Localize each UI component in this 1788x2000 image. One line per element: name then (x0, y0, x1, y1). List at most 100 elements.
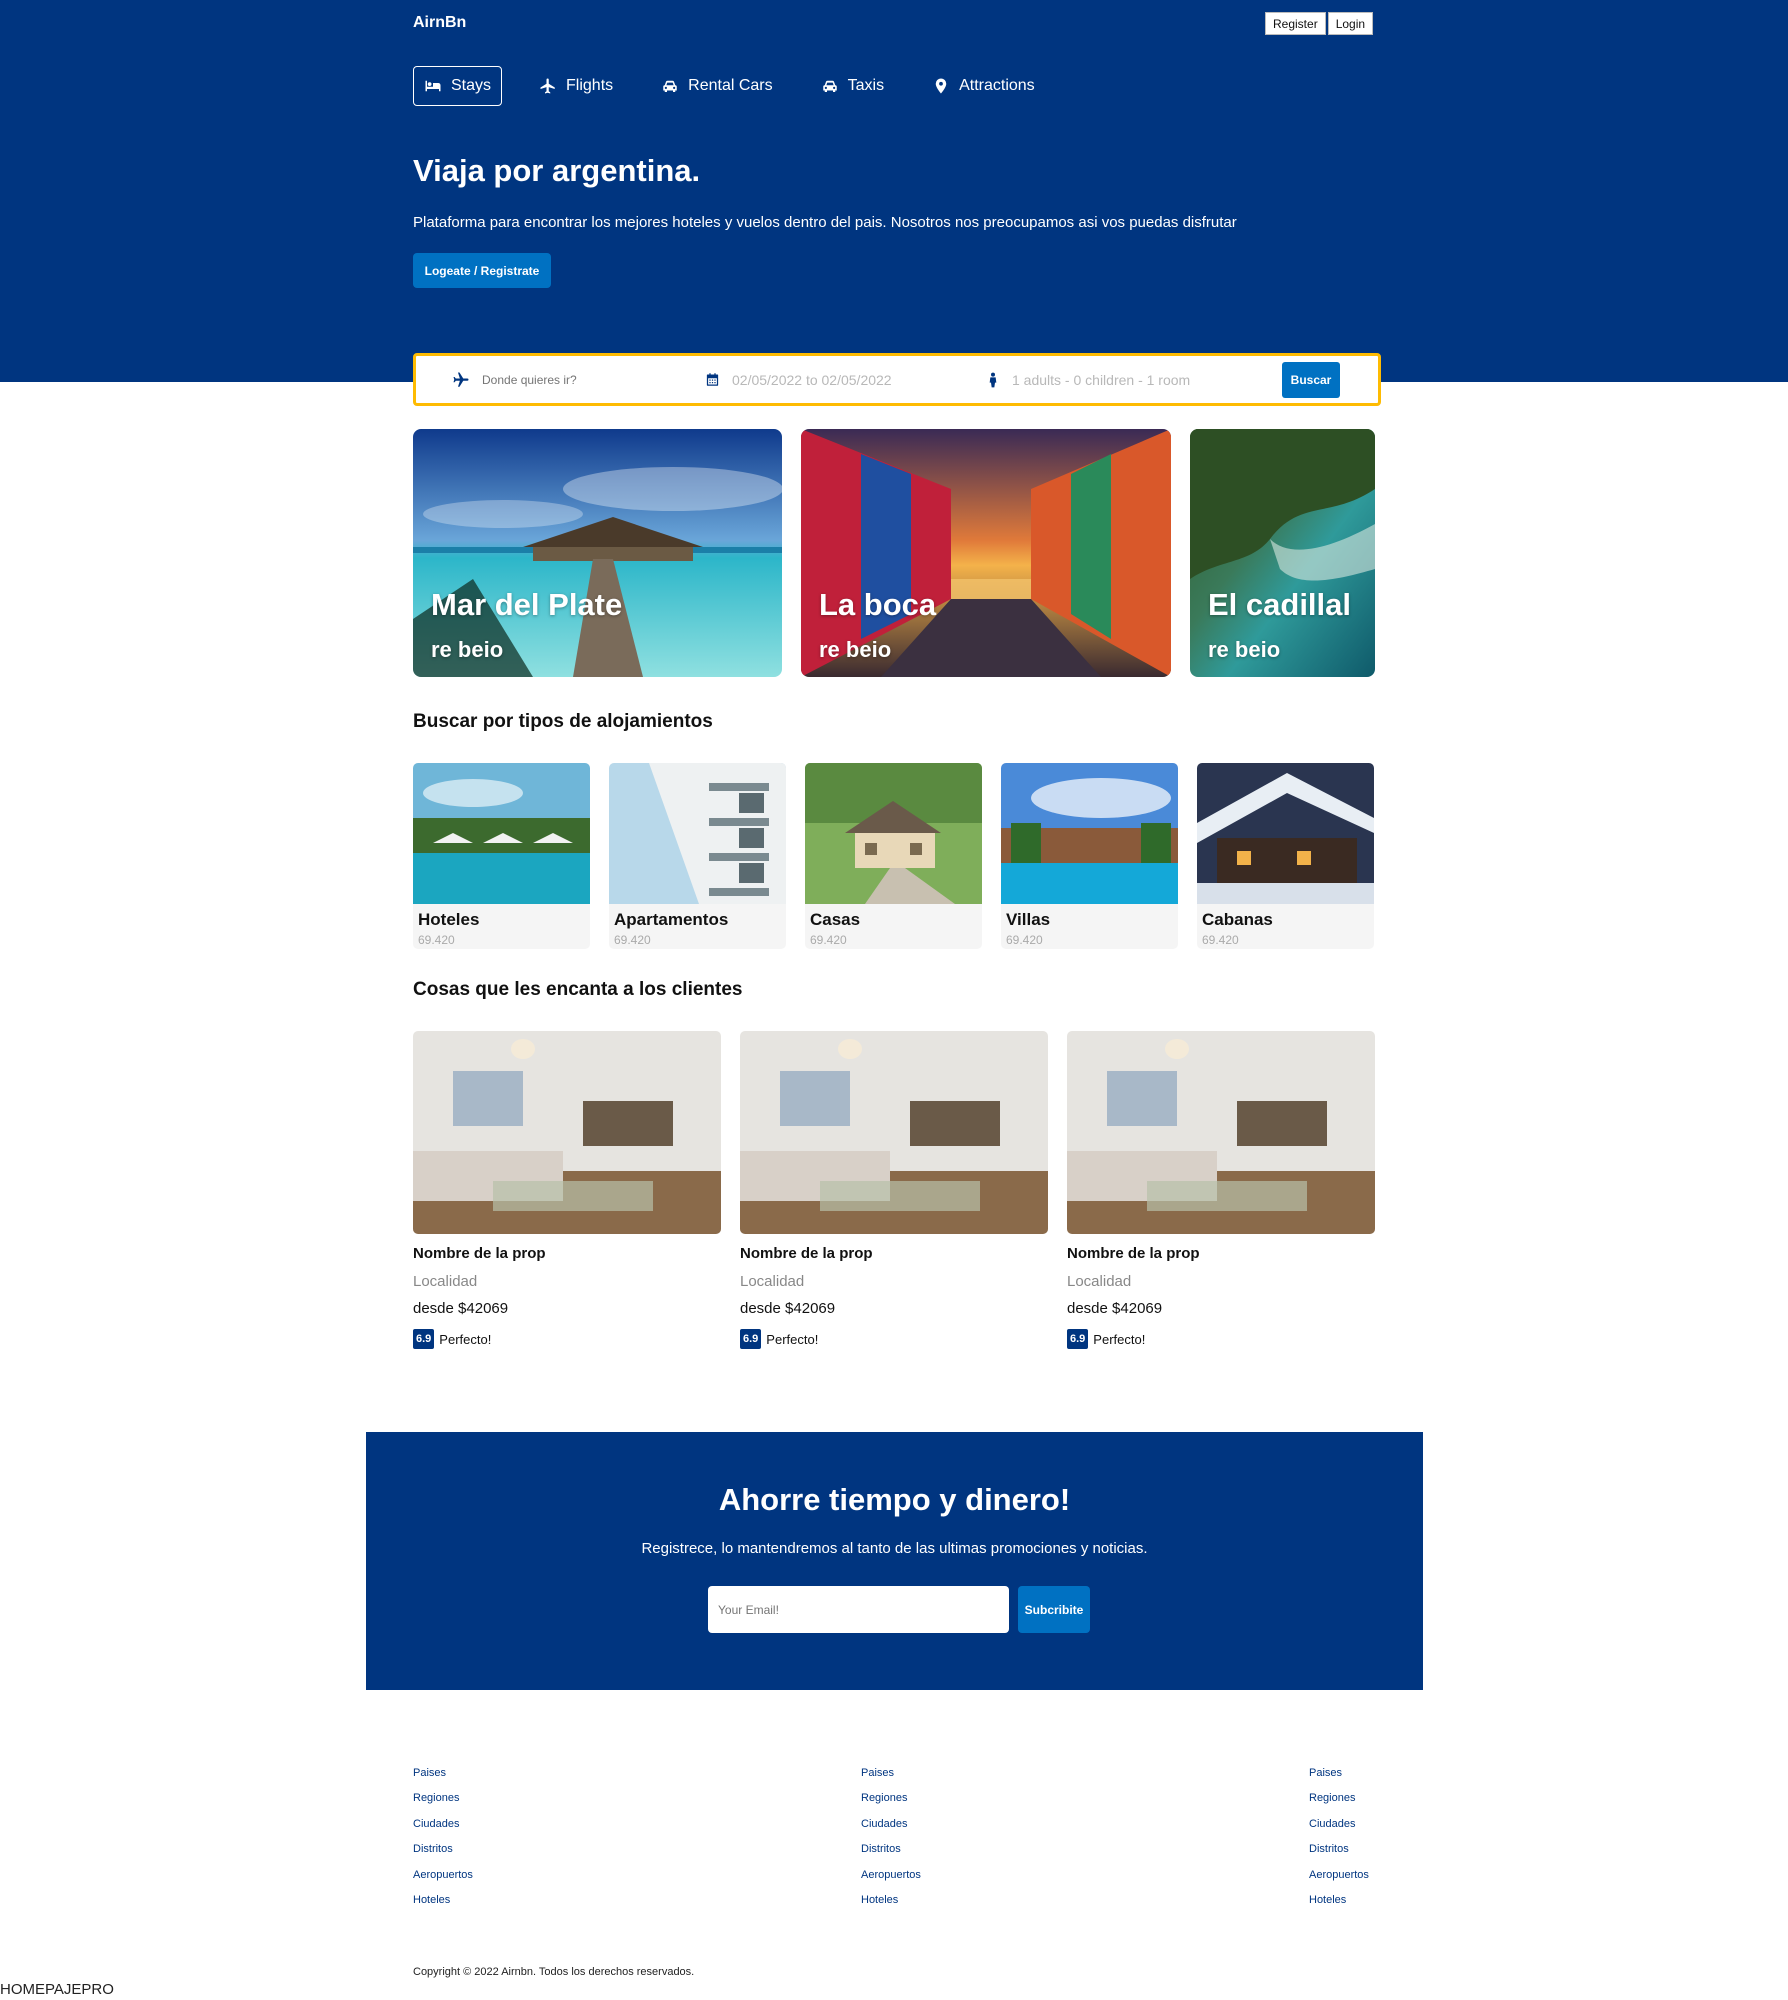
home-rating: 6.9 Perfecto! (1067, 1329, 1375, 1349)
home-price: desde $42069 (413, 1300, 509, 1317)
rating-text: Perfecto! (439, 1331, 492, 1347)
home-location: Localidad (413, 1273, 478, 1290)
home-name: Nombre de la prop (413, 1245, 546, 1262)
home-location: Localidad (740, 1273, 805, 1290)
footer-column: Paises Regiones Ciudades Distritos Aerop… (861, 1766, 921, 1918)
home-card[interactable]: Nombre de la prop Localidad desde $42069… (413, 1031, 721, 1349)
brand-logo[interactable]: AirnBn (413, 14, 466, 32)
person-icon (989, 372, 997, 387)
subscribe-button[interactable]: Subcribite (1018, 1586, 1090, 1633)
footer-link-ciudades[interactable]: Ciudades (1309, 1817, 1369, 1842)
search-button[interactable]: Buscar (1282, 362, 1340, 398)
guests-field[interactable]: 1 adults - 0 children - 1 room (986, 356, 1190, 403)
date-range-text: 02/05/2022 to 02/05/2022 (732, 371, 892, 388)
home-card[interactable]: Nombre de la prop Localidad desde $42069… (740, 1031, 1048, 1349)
login-register-button[interactable]: Logeate / Registrate (413, 253, 551, 288)
home-name: Nombre de la prop (740, 1245, 873, 1262)
rating-score-badge: 6.9 (740, 1329, 762, 1349)
home-image (413, 1031, 721, 1234)
home-price: desde $42069 (1067, 1300, 1163, 1317)
footer-link-distritos[interactable]: Distritos (413, 1842, 473, 1867)
featured-subtitle: re beio (431, 637, 504, 662)
calendar-icon (706, 373, 719, 386)
footer-link-hoteles[interactable]: Hoteles (861, 1893, 921, 1918)
plane-icon (453, 372, 469, 387)
footer-link-distritos[interactable]: Distritos (1309, 1842, 1369, 1867)
login-button[interactable]: Login (1327, 12, 1374, 35)
page-label: HOMEPAJEPRO (0, 1981, 114, 1998)
guests-text: 1 adults - 0 children - 1 room (1012, 371, 1191, 388)
main-nav: Stays Flights Rental Cars Taxis Attracti… (413, 66, 1072, 106)
footer-link-regiones[interactable]: Regiones (1309, 1791, 1369, 1816)
destination-field[interactable] (452, 356, 662, 403)
footer-column: Paises Regiones Ciudades Distritos Aerop… (1309, 1766, 1369, 1918)
hero-banner: AirnBn Register Login Stays Flights Rent… (0, 0, 1788, 382)
footer-link-distritos[interactable]: Distritos (861, 1842, 921, 1867)
property-type-count: 69.420 (810, 933, 847, 947)
home-location: Localidad (1067, 1273, 1132, 1290)
plane-icon (540, 78, 555, 94)
hero-title: Viaja por argentina. (413, 153, 701, 188)
hero-subtitle: Plataforma para encontrar los mejores ho… (413, 214, 1237, 231)
featured-title: La boca (819, 587, 937, 622)
footer-link-ciudades[interactable]: Ciudades (413, 1817, 473, 1842)
footer-link-regiones[interactable]: Regiones (861, 1791, 921, 1816)
rating-score-badge: 6.9 (1067, 1329, 1089, 1349)
car-icon (663, 80, 677, 92)
property-type-apartamentos[interactable]: Apartamentos 69.420 (609, 763, 786, 949)
bed-icon (425, 80, 441, 92)
property-type-count: 69.420 (1202, 933, 1239, 947)
nav-item-stays[interactable]: Stays (413, 66, 503, 106)
footer-link-regiones[interactable]: Regiones (413, 1791, 473, 1816)
footer-column: Paises Regiones Ciudades Distritos Aerop… (413, 1766, 473, 1918)
search-bar: 02/05/2022 to 02/05/2022 1 adults - 0 ch… (413, 353, 1381, 406)
taxi-icon (822, 80, 837, 92)
property-types-title: Buscar por tipos de alojamientos (413, 711, 713, 732)
nav-label: Stays (451, 77, 492, 94)
featured-card-la-boca[interactable]: La boca re beio (801, 429, 1171, 677)
hotel-pool-image (413, 763, 590, 904)
cabin-image (1197, 763, 1374, 904)
newsletter-section: Ahorre tiempo y dinero! Registrece, lo m… (366, 1432, 1423, 1690)
nav-label: Attractions (959, 77, 1035, 94)
featured-card-mar-del-plata[interactable]: Mar del Plate re beio (413, 429, 782, 677)
home-card[interactable]: Nombre de la prop Localidad desde $42069… (1067, 1031, 1375, 1349)
email-input[interactable] (708, 1586, 1009, 1633)
footer-link-paises[interactable]: Paises (1309, 1766, 1369, 1791)
property-type-count: 69.420 (614, 933, 651, 947)
featured-card-el-cadillal[interactable]: El cadillal re beio (1190, 429, 1375, 677)
nav-item-attractions[interactable]: Attractions (921, 66, 1046, 106)
property-type-cabanas[interactable]: Cabanas 69.420 (1197, 763, 1374, 949)
footer-link-ciudades[interactable]: Ciudades (861, 1817, 921, 1842)
property-type-name: Apartamentos (614, 910, 729, 929)
footer-link-aeropuertos[interactable]: Aeropuertos (1309, 1868, 1369, 1893)
villa-pool-image (1001, 763, 1178, 904)
rating-text: Perfecto! (766, 1331, 819, 1347)
property-type-name: Hoteles (418, 910, 480, 929)
date-field[interactable]: 02/05/2022 to 02/05/2022 (705, 356, 892, 403)
property-type-hoteles[interactable]: Hoteles 69.420 (413, 763, 590, 949)
footer-link-paises[interactable]: Paises (413, 1766, 473, 1791)
footer-link-aeropuertos[interactable]: Aeropuertos (861, 1868, 921, 1893)
newsletter-subtitle: Registrece, lo mantendremos al tanto de … (641, 1540, 1148, 1557)
location-pin-icon (935, 78, 947, 94)
home-name: Nombre de la prop (1067, 1245, 1200, 1262)
register-button[interactable]: Register (1265, 12, 1326, 35)
nav-item-flights[interactable]: Flights (528, 66, 624, 106)
nav-item-rental-cars[interactable]: Rental Cars (650, 66, 783, 106)
property-type-count: 69.420 (1006, 933, 1043, 947)
footer-link-aeropuertos[interactable]: Aeropuertos (413, 1868, 473, 1893)
footer-link-paises[interactable]: Paises (861, 1766, 921, 1791)
house-image (805, 763, 982, 904)
footer-link-hoteles[interactable]: Hoteles (413, 1893, 473, 1918)
auth-buttons: Register Login (1265, 12, 1374, 35)
nav-item-taxis[interactable]: Taxis (810, 66, 895, 106)
apartment-building-image (609, 763, 786, 904)
home-price: desde $42069 (740, 1300, 836, 1317)
home-image (1067, 1031, 1375, 1234)
destination-input[interactable] (482, 372, 662, 387)
property-type-name: Casas (810, 910, 861, 929)
footer-link-hoteles[interactable]: Hoteles (1309, 1893, 1369, 1918)
property-type-casas[interactable]: Casas 69.420 (805, 763, 982, 949)
property-type-villas[interactable]: Villas 69.420 (1001, 763, 1178, 949)
